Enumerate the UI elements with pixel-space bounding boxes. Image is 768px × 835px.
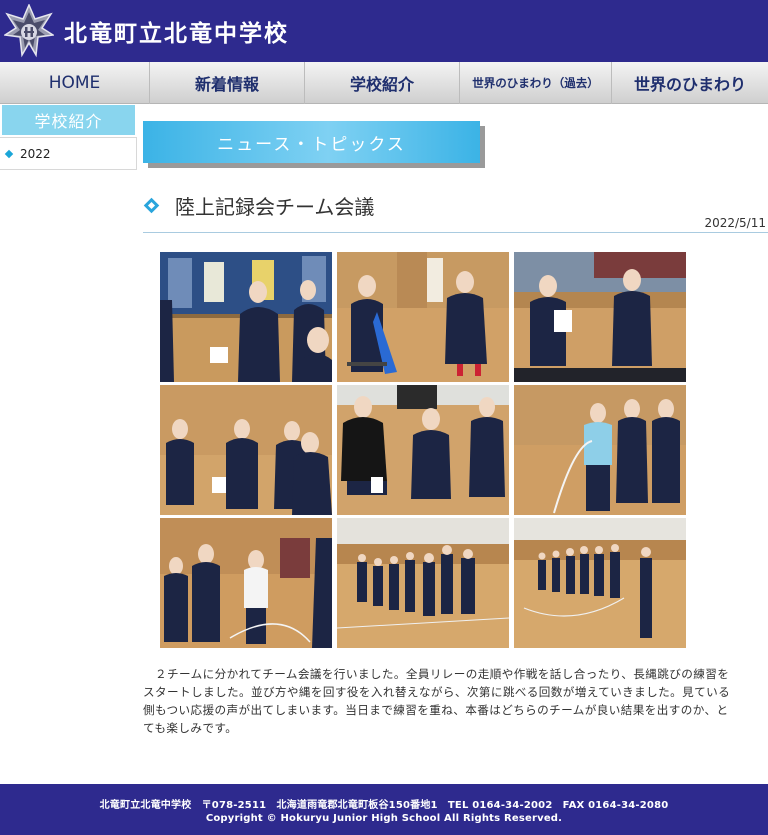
footer-address: 北竜町立北竜中学校 〒078-2511 北海道雨竜郡北竜町板谷150番地1 TE…	[99, 800, 669, 811]
site-footer: 北竜町立北竜中学校 〒078-2511 北海道雨竜郡北竜町板谷150番地1 TE…	[0, 784, 768, 835]
nav-news[interactable]: 新着情報	[150, 62, 305, 104]
sidebar-title: 学校紹介	[2, 105, 135, 135]
article-title: 陸上記録会チーム会議	[175, 194, 375, 219]
diamond-bullet-icon	[4, 149, 14, 158]
photo-students-jump-rope-2[interactable]	[160, 518, 332, 648]
school-emblem-icon[interactable]	[2, 3, 56, 58]
photo-students-seated-3[interactable]	[514, 252, 686, 382]
sidebar-item-label: 2022	[20, 146, 51, 161]
article-header: 陸上記録会チーム会議	[143, 190, 768, 220]
school-name[interactable]: 北竜町立北竜中学校	[64, 14, 289, 48]
photo-students-seated-2[interactable]	[337, 252, 509, 382]
photo-students-jump-rope-4[interactable]	[514, 518, 686, 648]
photo-grid	[160, 252, 686, 649]
diamond-bullet-icon	[143, 197, 160, 213]
sidebar-item-2022[interactable]: 2022	[0, 137, 137, 170]
nav-world-sunflowers[interactable]: 世界のひまわり	[612, 62, 768, 104]
photo-students-seated-1[interactable]	[160, 252, 332, 382]
photo-students-jump-rope-1[interactable]	[514, 385, 686, 515]
divider	[143, 232, 768, 233]
article-date: 2022/5/11	[704, 216, 766, 230]
main-nav: HOME 新着情報 学校紹介 世界のひまわり（過去） 世界のひまわり	[0, 62, 768, 104]
photo-students-seated-5[interactable]	[337, 385, 509, 515]
nav-home[interactable]: HOME	[0, 62, 150, 104]
nav-world-sunflowers-past[interactable]: 世界のひまわり（過去）	[460, 62, 612, 104]
photo-students-seated-4[interactable]	[160, 385, 332, 515]
photo-students-jump-rope-3[interactable]	[337, 518, 509, 648]
footer-copyright: Copyright © Hokuryu Junior High School A…	[205, 813, 563, 824]
news-topics-banner: ニュース・トピックス	[143, 121, 480, 163]
nav-school-intro[interactable]: 学校紹介	[305, 62, 460, 104]
article-body: ２チームに分かれてチーム会議を行いました。全員リレーの走順や作戦を話し合ったり、…	[143, 667, 731, 735]
site-header: 北竜町立北竜中学校	[0, 0, 768, 62]
